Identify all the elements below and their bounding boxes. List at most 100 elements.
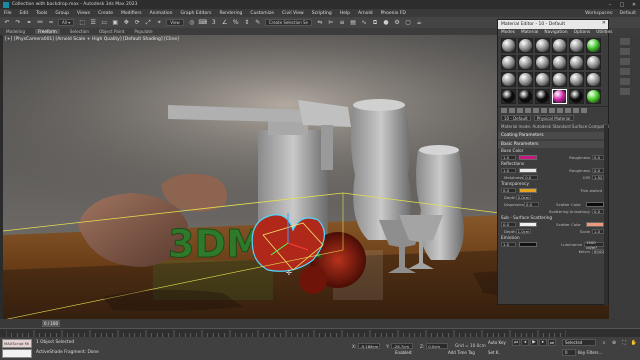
material-slot[interactable] xyxy=(586,38,601,53)
rotate-icon[interactable]: ⟳ xyxy=(133,19,141,27)
em-weight-field[interactable]: 1.0 xyxy=(501,242,516,247)
material-slot[interactable] xyxy=(586,72,601,87)
redo-icon[interactable]: ↷ xyxy=(14,19,22,27)
menu-group[interactable]: Group xyxy=(55,11,69,16)
sss-depth-field[interactable]: 1.0cm xyxy=(515,229,531,234)
material-slot[interactable] xyxy=(552,89,567,104)
menu-views[interactable]: Views xyxy=(77,11,90,16)
make-unique-icon[interactable] xyxy=(533,108,539,113)
material-slot[interactable] xyxy=(518,72,533,87)
refl-roughness-field[interactable]: 0.0 xyxy=(592,168,604,173)
reference-coord-dropdown[interactable]: View xyxy=(166,19,184,26)
tab-object-paint[interactable]: Object Paint xyxy=(99,29,124,34)
current-frame-field[interactable]: 0 xyxy=(562,349,576,356)
show-end-result-icon[interactable] xyxy=(565,108,571,113)
menu-edit[interactable]: Edit xyxy=(20,11,29,16)
close-icon[interactable]: ✕ xyxy=(602,20,606,26)
material-slot[interactable] xyxy=(535,55,550,70)
zoom-extents-icon[interactable]: ⛶ xyxy=(620,339,628,347)
hierarchy-tab-icon[interactable] xyxy=(619,58,630,65)
med-menu-options[interactable]: Options xyxy=(574,30,591,35)
base-color-swatch[interactable] xyxy=(519,155,537,160)
refl-weight-field[interactable]: 1.0 xyxy=(501,168,516,173)
zoom-all-icon[interactable]: ⊕ xyxy=(610,339,618,347)
material-slot[interactable] xyxy=(518,38,533,53)
spinner-snap-icon[interactable]: ⇕ xyxy=(243,19,251,27)
snap-icon[interactable]: 3 xyxy=(210,19,218,27)
material-slot[interactable] xyxy=(501,38,516,53)
menu-scripting[interactable]: Scripting xyxy=(312,11,332,16)
material-editor-titlebar[interactable]: Material Editor - 10 - Default ✕ xyxy=(498,20,608,29)
move-icon[interactable]: ✥ xyxy=(122,19,130,27)
go-to-end-icon[interactable]: ⏭ xyxy=(548,339,556,346)
sss-weight-field[interactable]: 0.0 xyxy=(501,222,516,227)
track-bar[interactable] xyxy=(0,328,640,338)
show-map-icon[interactable] xyxy=(557,108,563,113)
luminance-field[interactable]: 1500 cd/m² xyxy=(584,240,604,250)
layer-icon[interactable]: ≡ xyxy=(338,19,346,27)
maxscript-input[interactable] xyxy=(2,349,32,358)
key-mode-dropdown[interactable]: Selected xyxy=(562,339,596,346)
tab-freeform[interactable]: Freeform xyxy=(35,29,60,34)
menu-phoenix-fd[interactable]: Phoenix FD xyxy=(381,11,406,16)
material-slot[interactable] xyxy=(518,55,533,70)
material-name-field[interactable]: 10 - Default xyxy=(501,115,531,121)
curve-editor-icon[interactable]: ∿ xyxy=(360,19,368,27)
selection-filter-dropdown[interactable]: All ▾ xyxy=(58,19,75,26)
schematic-icon[interactable]: ⧉ xyxy=(371,19,379,27)
menu-civil-view[interactable]: Civil View xyxy=(282,11,304,16)
link-icon[interactable]: ⚭ xyxy=(25,19,33,27)
basic-rollout[interactable]: Basic Parameters xyxy=(498,141,608,148)
pan-icon[interactable]: ✋ xyxy=(630,339,638,347)
z-field[interactable]: 0.0cm xyxy=(426,343,449,349)
pivot-icon[interactable]: ◎ xyxy=(188,19,196,27)
menu-graph-editors[interactable]: Graph Editors xyxy=(181,11,212,16)
set-key-button[interactable]: Set K. xyxy=(488,350,500,355)
material-id-icon[interactable] xyxy=(549,108,555,113)
material-slot[interactable] xyxy=(569,38,584,53)
tab-modeling[interactable]: Modeling xyxy=(6,29,25,34)
time-slider[interactable]: 0 / 100 xyxy=(42,320,60,327)
key-filters-button[interactable]: Key Filters... xyxy=(578,350,602,355)
y-field[interactable]: -26.7cm xyxy=(391,343,414,349)
material-slot[interactable] xyxy=(552,38,567,53)
window-crossing-icon[interactable]: ▣ xyxy=(111,19,119,27)
kelvin-field[interactable]: 6500.0 xyxy=(592,249,607,254)
material-slot[interactable] xyxy=(535,89,550,104)
create-tab-icon[interactable] xyxy=(619,38,630,45)
menu-file[interactable]: File xyxy=(4,11,12,16)
assign-to-selection-icon[interactable] xyxy=(517,108,523,113)
rendered-frame-icon[interactable]: ▢ xyxy=(404,19,412,27)
material-slot[interactable] xyxy=(535,72,550,87)
edit-named-sel-icon[interactable]: ✎ xyxy=(254,19,262,27)
go-to-parent-icon[interactable] xyxy=(573,108,579,113)
med-menu-navigation[interactable]: Navigation xyxy=(544,30,567,35)
x-field[interactable]: -9.186cm xyxy=(358,343,381,349)
trans-color-swatch[interactable] xyxy=(519,188,537,193)
dispersion-field[interactable]: 0.0 xyxy=(524,202,540,207)
next-frame-icon[interactable]: ▸ xyxy=(539,339,547,346)
trans-weight-field[interactable]: 0.0 xyxy=(501,188,516,193)
display-tab-icon[interactable] xyxy=(619,78,630,85)
menu-modifiers[interactable]: Modifiers xyxy=(121,11,142,16)
menu-create[interactable]: Create xyxy=(98,11,113,16)
go-to-start-icon[interactable]: ⏮ xyxy=(512,339,520,346)
material-slot[interactable] xyxy=(552,55,567,70)
menu-animation[interactable]: Animation xyxy=(150,11,173,16)
mirror-icon[interactable]: ⇋ xyxy=(316,19,324,27)
material-slot[interactable] xyxy=(501,89,516,104)
get-material-icon[interactable] xyxy=(501,108,507,113)
put-to-scene-icon[interactable] xyxy=(509,108,515,113)
modify-tab-icon[interactable] xyxy=(619,48,630,55)
play-icon[interactable]: ▶ xyxy=(530,339,538,346)
go-forward-icon[interactable] xyxy=(581,108,587,113)
render-setup-icon[interactable]: ⚙ xyxy=(393,19,401,27)
bind-space-warp-icon[interactable]: ≈ xyxy=(47,19,55,27)
material-slot[interactable] xyxy=(586,55,601,70)
motion-tab-icon[interactable] xyxy=(619,68,630,75)
tab-populate[interactable]: Populate xyxy=(134,29,152,34)
align-icon[interactable]: ⊨ xyxy=(327,19,335,27)
prev-frame-icon[interactable]: ◂ xyxy=(521,339,529,346)
menu-rendering[interactable]: Rendering xyxy=(219,11,242,16)
add-time-tag-button[interactable]: Add Time Tag xyxy=(448,350,475,355)
